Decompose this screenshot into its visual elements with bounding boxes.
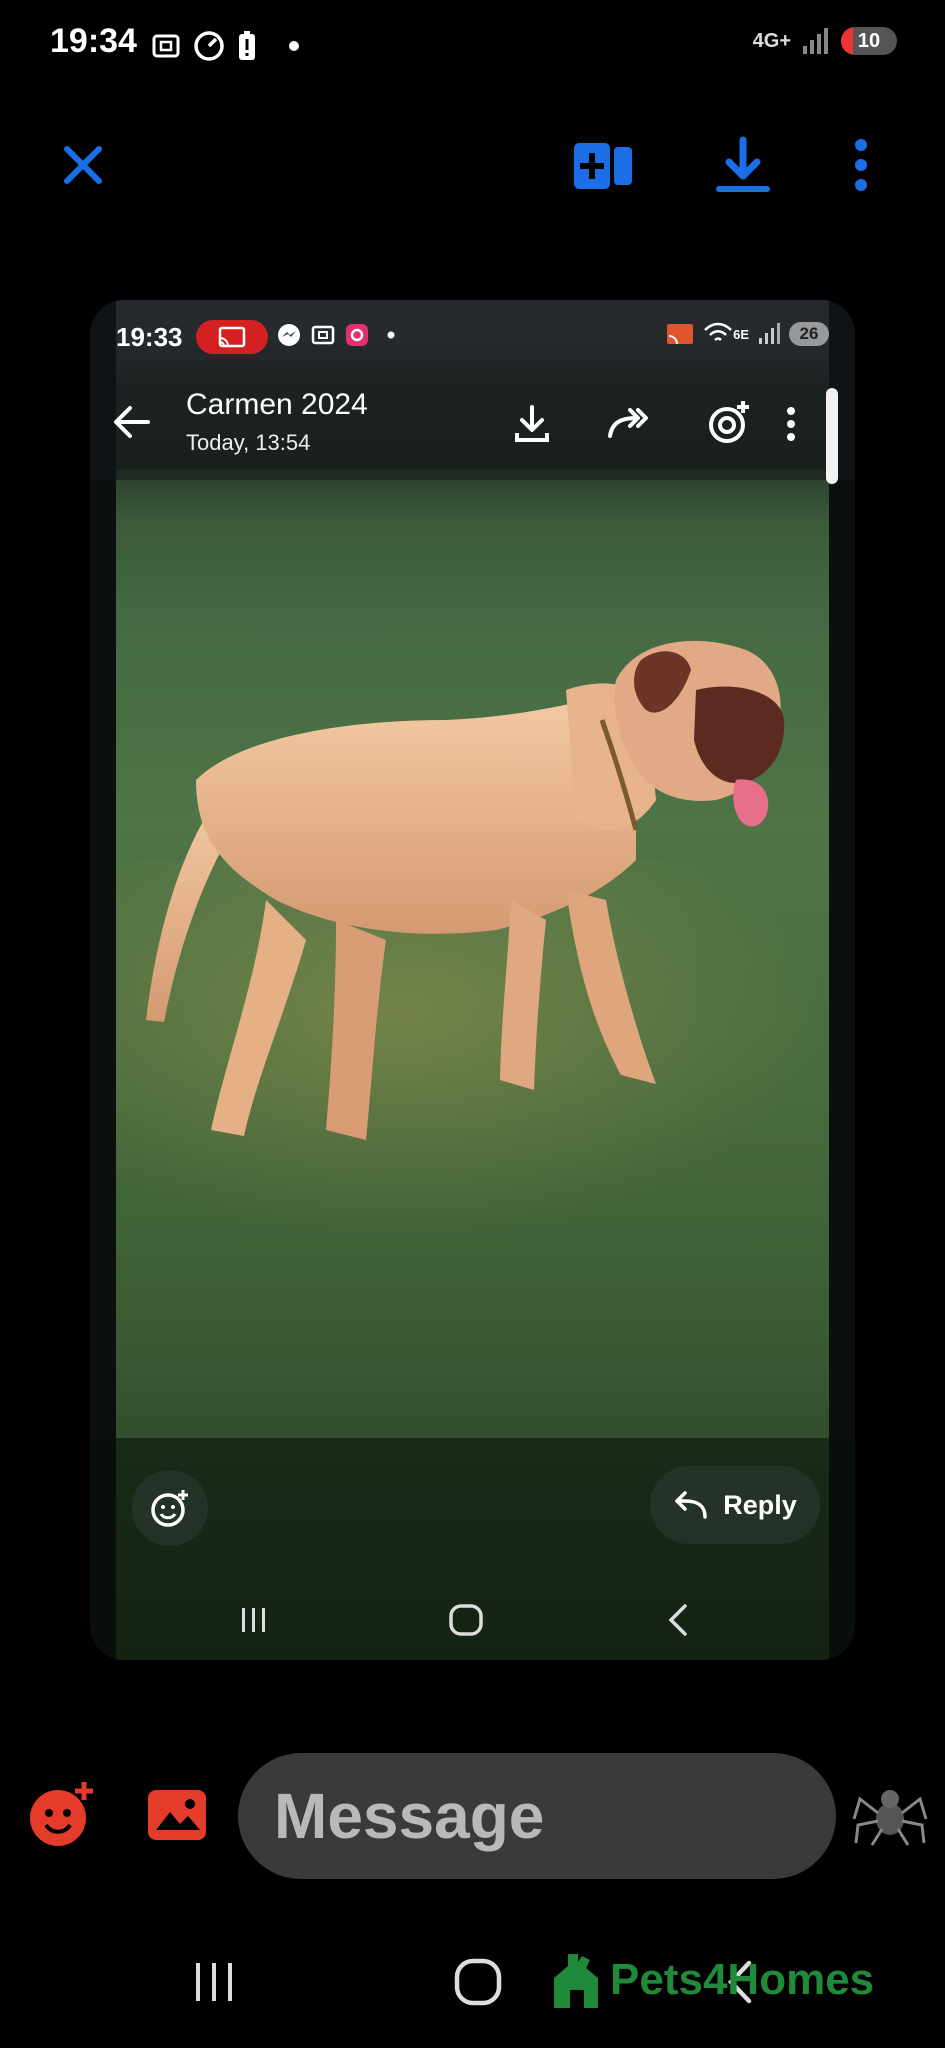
battery-indicator: 10: [841, 27, 897, 55]
inner-more-button[interactable]: [776, 396, 806, 452]
inner-recents-button[interactable]: [224, 1600, 284, 1640]
dot-icon: [289, 41, 299, 51]
inner-status-right: 6E 26: [665, 322, 829, 346]
cast-icon: [218, 326, 246, 348]
pets4homes-logo-icon: [554, 1954, 598, 2008]
emoji-reaction-button[interactable]: [132, 1470, 208, 1546]
message-input[interactable]: Message: [238, 1753, 836, 1879]
status-icons: [150, 26, 304, 66]
inner-download-button[interactable]: [504, 396, 560, 452]
more-options-button[interactable]: [826, 130, 896, 200]
wifi-label: 6E: [733, 326, 749, 342]
inner-home-button[interactable]: [436, 1600, 496, 1640]
back-chevron-icon: [668, 1604, 687, 1636]
back-arrow-icon: [114, 406, 150, 438]
wifi-icon: [704, 322, 732, 341]
download-button[interactable]: [708, 130, 778, 200]
dot-icon: [387, 331, 395, 339]
recents-button[interactable]: [174, 1952, 254, 2012]
screenshot-icon: [311, 325, 335, 345]
download-icon: [716, 136, 770, 192]
share-to-device-button[interactable]: [568, 130, 638, 200]
recents-icon: [196, 1963, 232, 2001]
reply-button[interactable]: Reply: [650, 1466, 820, 1544]
recents-icon: [242, 1608, 265, 1632]
screenshot-preview[interactable]: 19:33 6E 26 Carmen 2024 Today, 13:54 Rep…: [90, 300, 855, 1660]
chat-timestamp: Today, 13:54: [186, 430, 311, 455]
close-button[interactable]: [48, 130, 118, 200]
watermark-text: Pets4Homes: [610, 1955, 875, 2004]
message-placeholder: Message: [274, 1780, 545, 1852]
signal-icon: [803, 28, 828, 54]
gallery-button[interactable]: [142, 1780, 212, 1850]
more-vert-icon: [787, 407, 795, 441]
reply-icon: [675, 1491, 707, 1519]
emoji-button[interactable]: [26, 1780, 96, 1850]
forward-icon: [608, 408, 648, 438]
home-button[interactable]: [438, 1952, 518, 2012]
home-icon: [449, 1604, 483, 1636]
network-label: 4G+: [752, 30, 791, 52]
spider-sticker-icon: [852, 1790, 928, 1846]
status-right: 4G+ 10: [753, 26, 897, 56]
inner-back-button[interactable]: [648, 1600, 708, 1640]
timer-icon: [194, 31, 224, 61]
back-button[interactable]: [112, 404, 152, 445]
add-reaction-button[interactable]: [702, 394, 758, 450]
instagram-icon: [346, 324, 368, 346]
chat-title: Carmen 2024: [186, 388, 368, 421]
inner-battery: 26: [789, 322, 829, 346]
close-icon: [64, 146, 102, 184]
share-to-device-icon: [574, 143, 632, 189]
emoji-plus-icon: [30, 1782, 93, 1846]
reply-label: Reply: [723, 1489, 797, 1520]
battery-alert-icon: [239, 31, 255, 60]
inner-status-icons: [276, 322, 398, 348]
scrollbar[interactable]: [826, 388, 838, 484]
cast-icon: [667, 324, 694, 345]
status-time: 19:34: [50, 22, 137, 60]
home-icon: [454, 1958, 502, 2006]
image-icon: [148, 1790, 206, 1840]
more-vert-icon: [855, 139, 867, 191]
camera-plus-icon: [709, 401, 749, 443]
pets4homes-watermark: Pets4Homes: [550, 1950, 874, 2010]
sticker-button[interactable]: [850, 1774, 930, 1854]
cast-indicator: [196, 320, 268, 354]
messenger-icon: [278, 324, 300, 346]
download-icon: [515, 405, 549, 442]
emoji-plus-icon: [151, 1490, 188, 1527]
inner-status-time: 19:33: [116, 322, 183, 352]
screenshot-icon: [152, 34, 180, 58]
forward-button[interactable]: [600, 396, 656, 452]
signal-icon: [759, 323, 780, 344]
